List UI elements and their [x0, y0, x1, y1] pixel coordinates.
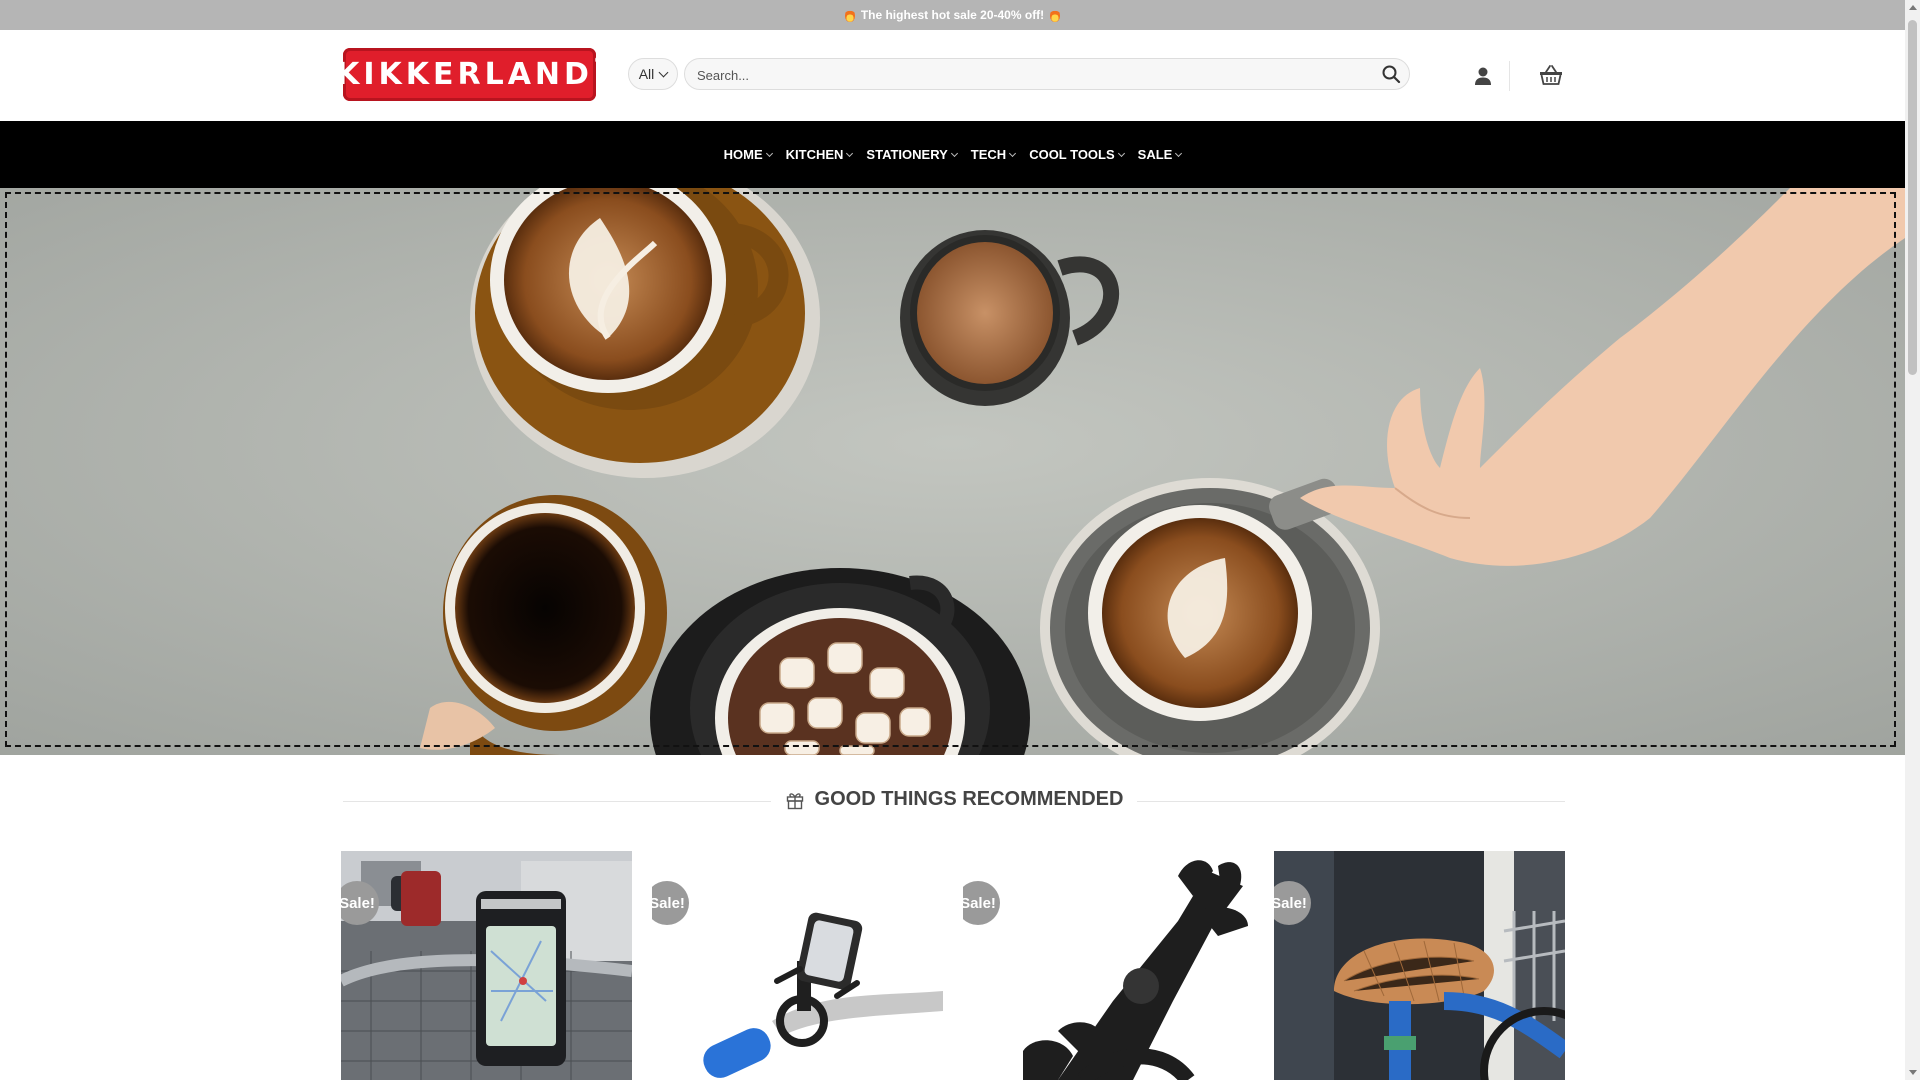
hero-image [0, 188, 1905, 755]
chevron-down-icon [846, 149, 854, 157]
basket-icon[interactable] [1538, 63, 1564, 87]
announcement-text: The highest hot sale 20-40% off! [860, 8, 1045, 22]
product-image [341, 851, 632, 1080]
chevron-down-icon [658, 67, 669, 78]
nav-item-label: HOME [723, 147, 763, 162]
chevron-down-icon [1175, 149, 1183, 157]
scroll-up-icon[interactable] [1909, 5, 1917, 10]
site-header: KIKKERLAND ® All [0, 30, 1905, 121]
nav-item-label: TECH [970, 147, 1007, 162]
nav-item-label: SALE [1137, 147, 1173, 162]
nav-item-label: KITCHEN [785, 147, 844, 162]
logo-text: KIKKERLAND [336, 57, 593, 92]
product-card[interactable]: Sale! [341, 851, 632, 1080]
header-divider [1509, 61, 1510, 91]
flame-icon [1050, 8, 1061, 22]
chevron-down-icon [765, 149, 773, 157]
nav-item-label: COOL TOOLS [1029, 147, 1115, 162]
product-card[interactable]: Sale! [1274, 851, 1565, 1080]
search-icon[interactable] [1381, 64, 1401, 84]
sale-badge-label: Sale! [652, 894, 685, 912]
chevron-down-icon [950, 149, 958, 157]
nav-item-tech[interactable]: TECH [970, 147, 1017, 162]
gift-icon [786, 792, 803, 809]
nav-item-stationery[interactable]: STATIONERY [866, 147, 958, 162]
product-image [1274, 851, 1565, 1080]
product-grid: Sale! Sale! Sale! Sale! [341, 851, 1565, 1080]
section-title: GOOD THINGS RECOMMENDED [814, 788, 1124, 810]
product-card[interactable]: Sale! [963, 851, 1254, 1080]
chevron-down-icon [1009, 149, 1017, 157]
main-nav: HOME KITCHEN STATIONERY TECH COOL TOOLS … [0, 121, 1905, 188]
nav-item-label: STATIONERY [866, 147, 948, 162]
site-logo[interactable]: KIKKERLAND ® [336, 48, 603, 101]
section-header: GOOD THINGS RECOMMENDED [343, 788, 1565, 816]
page: The highest hot sale 20-40% off! KIKKERL… [0, 0, 1905, 1080]
sale-badge-label: Sale! [1274, 894, 1307, 912]
nav-item-cool-tools[interactable]: COOL TOOLS [1029, 147, 1125, 162]
page-scrollbar[interactable] [1905, 0, 1920, 1080]
product-card[interactable]: Sale! [652, 851, 943, 1080]
sale-badge-label: Sale! [341, 894, 375, 912]
category-select-value: All [638, 66, 655, 82]
nav-item-home[interactable]: HOME [723, 147, 773, 162]
scrollbar-thumb[interactable] [1908, 20, 1917, 375]
scroll-down-icon[interactable] [1909, 1070, 1917, 1075]
product-image [652, 851, 943, 1080]
search-box [684, 58, 1410, 91]
sale-badge-label: Sale! [963, 894, 996, 912]
flame-icon [844, 8, 855, 22]
search-input[interactable] [695, 59, 1359, 91]
user-icon[interactable] [1472, 65, 1494, 87]
product-image [963, 851, 1254, 1080]
logo-registered-mark: ® [593, 56, 603, 66]
nav-item-kitchen[interactable]: KITCHEN [785, 147, 854, 162]
chevron-down-icon [1117, 149, 1125, 157]
category-select[interactable]: All [628, 58, 678, 90]
hero-banner[interactable] [0, 188, 1905, 755]
announcement-bar: The highest hot sale 20-40% off! [0, 0, 1905, 30]
nav-item-sale[interactable]: SALE [1137, 147, 1183, 162]
